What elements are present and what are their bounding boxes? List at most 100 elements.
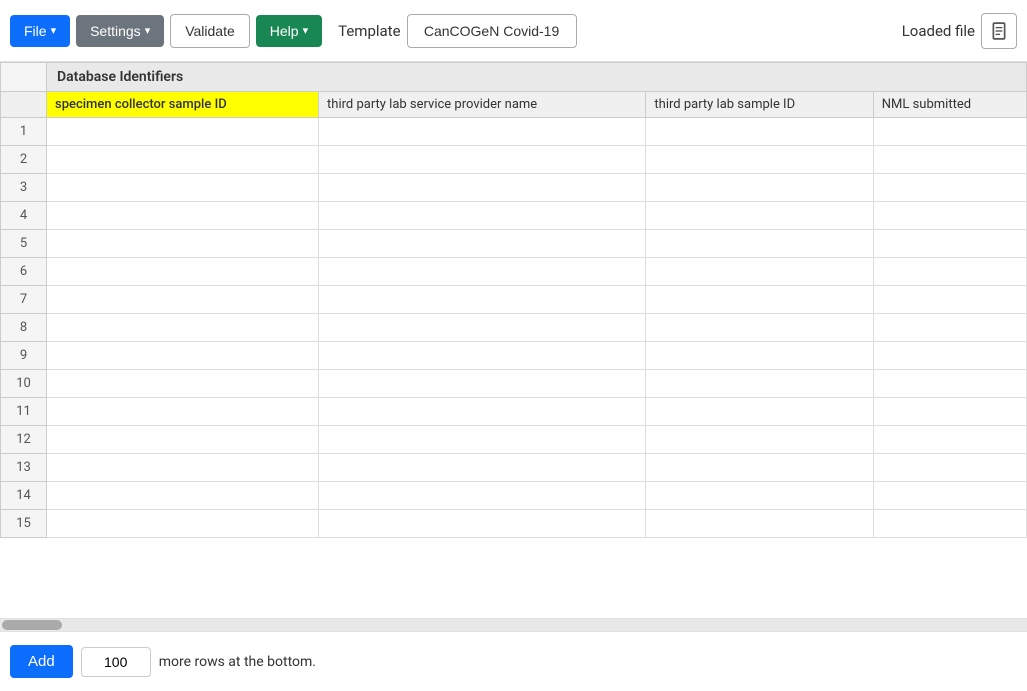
table-row: 9 [1, 342, 1027, 370]
table-row: 3 [1, 174, 1027, 202]
table-row: 12 [1, 426, 1027, 454]
row-count-input[interactable] [81, 647, 151, 677]
data-cell[interactable] [873, 426, 1026, 454]
data-cell[interactable] [873, 118, 1026, 146]
data-cell[interactable] [319, 174, 646, 202]
row-number-cell: 1 [1, 118, 47, 146]
data-cell[interactable] [646, 510, 873, 538]
validate-button[interactable]: Validate [170, 14, 250, 48]
data-cell[interactable] [319, 370, 646, 398]
data-cell[interactable] [47, 342, 319, 370]
data-cell[interactable] [873, 370, 1026, 398]
data-cell[interactable] [646, 258, 873, 286]
data-cell[interactable] [646, 230, 873, 258]
data-cell[interactable] [646, 342, 873, 370]
data-cell[interactable] [47, 146, 319, 174]
scrollbar-thumb[interactable] [2, 620, 62, 630]
help-menu-button[interactable]: Help [256, 15, 322, 47]
data-cell[interactable] [47, 230, 319, 258]
row-number-cell: 14 [1, 482, 47, 510]
row-number-cell: 11 [1, 398, 47, 426]
data-cell[interactable] [873, 398, 1026, 426]
data-cell[interactable] [873, 314, 1026, 342]
data-cell[interactable] [873, 482, 1026, 510]
table-row: 11 [1, 398, 1027, 426]
data-cell[interactable] [873, 230, 1026, 258]
data-cell[interactable] [319, 398, 646, 426]
data-cell[interactable] [319, 482, 646, 510]
spreadsheet-wrapper[interactable]: Database Identifiers specimen collector … [0, 62, 1027, 619]
data-cell[interactable] [319, 314, 646, 342]
col-header-3: NML submitted [873, 92, 1026, 118]
file-menu-button[interactable]: File [10, 15, 70, 47]
data-cell[interactable] [47, 174, 319, 202]
data-cell[interactable] [47, 426, 319, 454]
data-cell[interactable] [47, 398, 319, 426]
table-row: 13 [1, 454, 1027, 482]
data-cell[interactable] [319, 454, 646, 482]
data-cell[interactable] [873, 454, 1026, 482]
data-cell[interactable] [646, 286, 873, 314]
data-cell[interactable] [873, 202, 1026, 230]
data-cell[interactable] [873, 286, 1026, 314]
row-number-cell: 12 [1, 426, 47, 454]
data-cell[interactable] [319, 258, 646, 286]
data-cell[interactable] [47, 454, 319, 482]
add-rows-button[interactable]: Add [10, 645, 73, 678]
row-number-cell: 13 [1, 454, 47, 482]
col-header-rownum [1, 92, 47, 118]
data-cell[interactable] [646, 146, 873, 174]
table-row: 14 [1, 482, 1027, 510]
data-cell[interactable] [47, 510, 319, 538]
row-number-cell: 15 [1, 510, 47, 538]
data-cell[interactable] [319, 342, 646, 370]
data-cell[interactable] [319, 230, 646, 258]
row-number-cell: 2 [1, 146, 47, 174]
data-cell[interactable] [646, 482, 873, 510]
template-value-button[interactable]: CanCOGeN Covid-19 [407, 14, 577, 48]
data-cell[interactable] [646, 454, 873, 482]
data-cell[interactable] [47, 286, 319, 314]
data-cell[interactable] [873, 174, 1026, 202]
data-cell[interactable] [873, 146, 1026, 174]
file-icon [990, 22, 1008, 40]
data-cell[interactable] [646, 426, 873, 454]
col-header-row: specimen collector sample ID third party… [1, 92, 1027, 118]
data-cell[interactable] [646, 202, 873, 230]
horizontal-scrollbar[interactable] [0, 619, 1027, 631]
data-cell[interactable] [646, 118, 873, 146]
table-row: 2 [1, 146, 1027, 174]
table-row: 5 [1, 230, 1027, 258]
data-cell[interactable] [47, 202, 319, 230]
template-label: Template [338, 22, 400, 40]
data-cell[interactable] [319, 426, 646, 454]
data-cell[interactable] [319, 286, 646, 314]
data-cell[interactable] [646, 398, 873, 426]
data-cell[interactable] [646, 314, 873, 342]
data-cell[interactable] [47, 482, 319, 510]
data-cell[interactable] [873, 342, 1026, 370]
data-cell[interactable] [47, 370, 319, 398]
loaded-file-button[interactable] [981, 13, 1017, 49]
corner-cell [1, 63, 47, 92]
data-cell[interactable] [319, 510, 646, 538]
data-cell[interactable] [47, 314, 319, 342]
data-cell[interactable] [319, 202, 646, 230]
data-cell[interactable] [319, 118, 646, 146]
data-cell[interactable] [873, 258, 1026, 286]
data-cell[interactable] [319, 146, 646, 174]
data-cell[interactable] [646, 174, 873, 202]
data-cell[interactable] [47, 118, 319, 146]
table-row: 6 [1, 258, 1027, 286]
row-number-cell: 6 [1, 258, 47, 286]
data-cell[interactable] [873, 510, 1026, 538]
row-number-cell: 5 [1, 230, 47, 258]
row-number-cell: 4 [1, 202, 47, 230]
more-rows-text: more rows at the bottom. [159, 654, 316, 670]
data-cell[interactable] [646, 370, 873, 398]
group-header-row: Database Identifiers [1, 63, 1027, 92]
data-cell[interactable] [47, 258, 319, 286]
settings-menu-button[interactable]: Settings [76, 15, 164, 47]
table-row: 15 [1, 510, 1027, 538]
row-number-cell: 7 [1, 286, 47, 314]
